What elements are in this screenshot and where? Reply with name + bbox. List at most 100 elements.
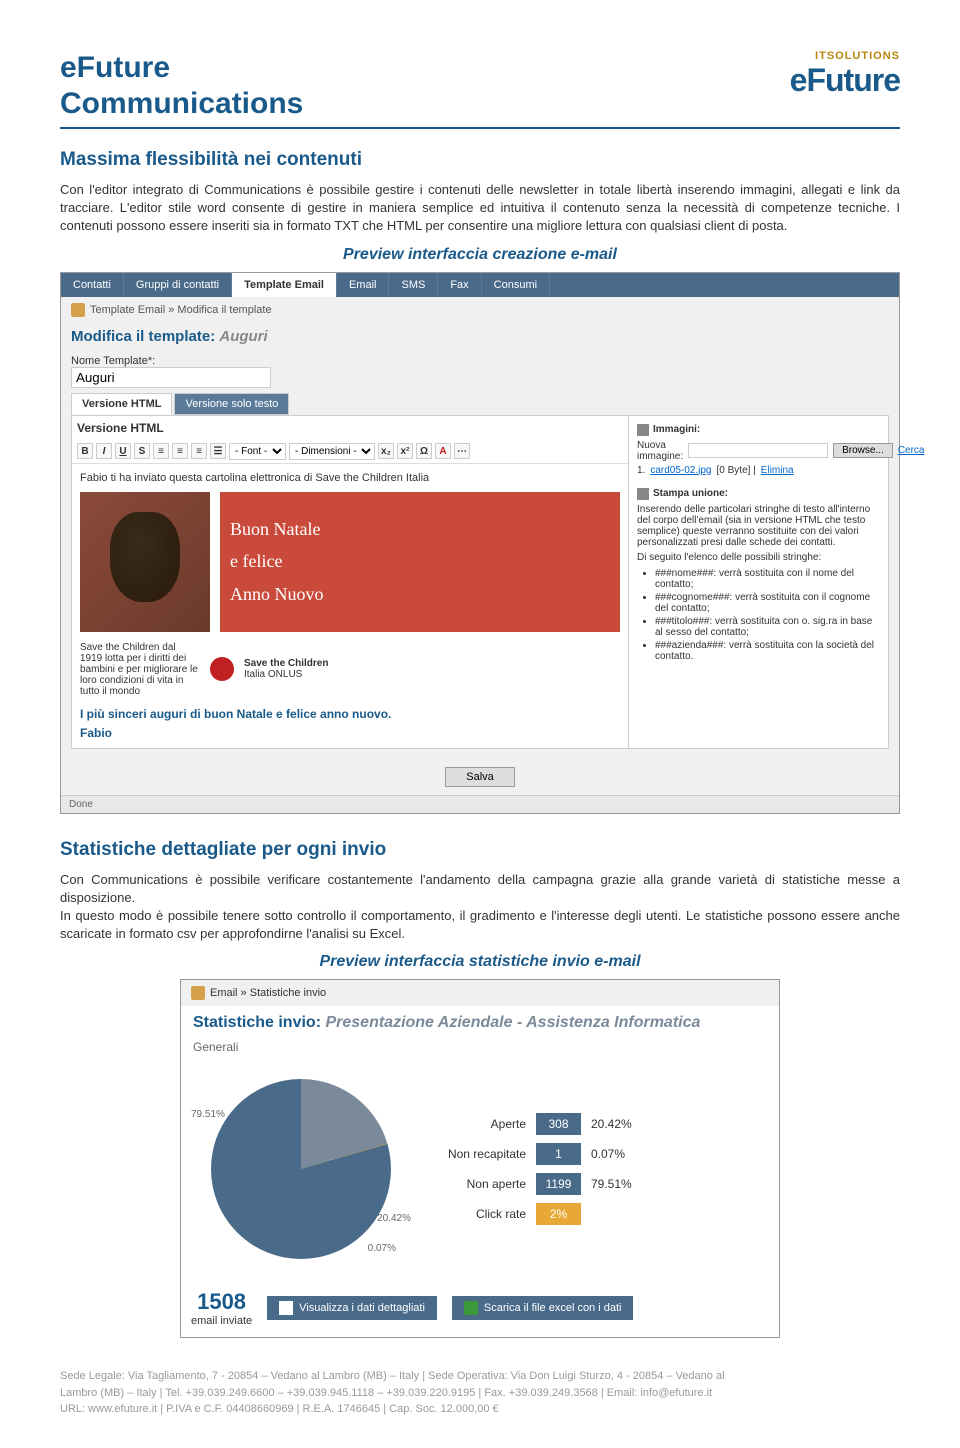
list-button[interactable]: ☰ (210, 443, 226, 459)
images-title: Immagini: (653, 424, 700, 435)
email-editor-preview: Contatti Gruppi di contatti Template Ema… (60, 272, 900, 814)
template-name-input[interactable] (71, 367, 271, 388)
pie-label-1: 79.51% (191, 1109, 225, 1120)
italic-button[interactable]: I (96, 443, 112, 459)
template-title: Modifica il template: Auguri (61, 323, 899, 350)
content-area[interactable]: Fabio ti ha inviato questa cartolina ele… (72, 464, 628, 748)
sub-button[interactable]: x₂ (378, 443, 394, 459)
delete-link[interactable]: Elimina (761, 465, 794, 476)
footer-l2: Lambro (MB) – Italy | Tel. +39.039.249.6… (60, 1385, 900, 1402)
excel-icon (464, 1301, 478, 1315)
pc-line2: e felice (230, 545, 610, 577)
align-right-button[interactable]: ≡ (191, 443, 207, 459)
stat-pct: 79.51% (591, 1177, 632, 1191)
pie-graphic (211, 1079, 391, 1259)
stc-text: Save the Children dal 1919 lotta per i d… (80, 642, 200, 697)
name-row: Nome Template*: (61, 350, 899, 393)
merge-item: ###cognome###: verrà sostituita con il c… (655, 592, 880, 614)
tab-template[interactable]: Template Email (232, 273, 337, 297)
pc-line1: Buon Natale (230, 513, 610, 545)
search-link[interactable]: Cerca (898, 445, 925, 456)
intro-line: Fabio ti ha inviato questa cartolina ele… (80, 472, 620, 484)
title-line1: eFuture (60, 50, 303, 86)
stats-title-name: Presentazione Aziendale - Assistenza Inf… (325, 1014, 700, 1031)
stat-row-aperte: Aperte 308 20.42% (426, 1113, 769, 1135)
image-path-input[interactable] (688, 443, 828, 458)
postcard: Buon Natale e felice Anno Nuovo (80, 492, 620, 632)
btn1-label: Visualizza i dati dettagliati (299, 1302, 425, 1314)
strike-button[interactable]: S (134, 443, 150, 459)
section1-title: Massima flessibilità nei contenuti (60, 149, 900, 171)
align-left-button[interactable]: ≡ (153, 443, 169, 459)
stat-row-nonaperte: Non aperte 1199 79.51% (426, 1173, 769, 1195)
more-button[interactable]: ⋯ (454, 443, 470, 459)
preview2-title: Preview interfaccia statistiche invio e-… (60, 953, 900, 971)
tab-gruppi[interactable]: Gruppi di contatti (124, 273, 232, 297)
stc-sub: Italia ONLUS (244, 669, 302, 680)
stat-row-nonrecapitate: Non recapitate 1 0.07% (426, 1143, 769, 1165)
magnify-icon (279, 1301, 293, 1315)
stat-value: 308 (536, 1113, 581, 1135)
version-label: Versione HTML (72, 416, 628, 440)
template-title-name: Auguri (219, 328, 267, 345)
image-icon (637, 424, 649, 436)
save-row: Salva (61, 759, 899, 795)
stat-row-clickrate: Click rate 2% (426, 1203, 769, 1225)
omega-button[interactable]: Ω (416, 443, 432, 459)
editor-sidebar: Immagini: Nuova immagine: Browse... Cerc… (628, 416, 888, 748)
color-button[interactable]: A (435, 443, 451, 459)
save-button[interactable]: Salva (445, 767, 515, 787)
stat-label: Aperte (426, 1117, 526, 1131)
editor-area: Versione HTML B I U S ≡ ≡ ≡ ☰ - Font - -… (71, 415, 889, 749)
stats-sub: Generali (181, 1040, 779, 1059)
tab-email[interactable]: Email (337, 273, 390, 297)
tab-contatti[interactable]: Contatti (61, 273, 124, 297)
file-size: [0 Byte] | (717, 465, 756, 476)
tab-sms[interactable]: SMS (389, 273, 438, 297)
doc-title: eFuture Communications (60, 50, 303, 122)
new-image-label: Nuova immagine: (637, 440, 683, 462)
subtab-html[interactable]: Versione HTML (71, 393, 172, 415)
merge-section: Stampa unione: Inserendo delle particola… (637, 488, 880, 662)
images-section: Immagini: Nuova immagine: Browse... Cerc… (637, 424, 880, 476)
breadcrumb-text: Template Email » Modifica il template (90, 304, 272, 316)
font-select[interactable]: - Font - (229, 443, 286, 460)
stat-label: Non recapitate (426, 1147, 526, 1161)
logo-text: eFuture (790, 62, 900, 99)
stat-label: Non aperte (426, 1177, 526, 1191)
merge-item: ###nome###: verrà sostituita con il nome… (655, 568, 880, 590)
stats-preview: Email » Statistiche invio Statistiche in… (180, 979, 780, 1338)
stc-logo-icon (210, 657, 234, 681)
stats-table: Aperte 308 20.42% Non recapitate 1 0.07%… (426, 1105, 769, 1233)
align-center-button[interactable]: ≡ (172, 443, 188, 459)
stat-value: 1199 (536, 1173, 581, 1195)
tab-fax[interactable]: Fax (438, 273, 481, 297)
download-excel-button[interactable]: Scarica il file excel con i dati (452, 1296, 634, 1320)
stats-breadcrumb: Email » Statistiche invio (181, 980, 779, 1006)
file-num: 1. (637, 465, 645, 476)
browse-button[interactable]: Browse... (833, 443, 893, 458)
nav-tabs: Contatti Gruppi di contatti Template Ema… (61, 273, 899, 297)
breadcrumb: Template Email » Modifica il template (61, 297, 899, 323)
section2-title: Statistiche dettagliate per ogni invio (60, 839, 900, 861)
stats-title: Statistiche invio: Presentazione Azienda… (181, 1006, 779, 1040)
size-select[interactable]: - Dimensioni - (289, 443, 375, 460)
file-link[interactable]: card05-02.jpg (650, 465, 711, 476)
total-label: email inviate (191, 1315, 252, 1327)
template-icon (71, 303, 85, 317)
sup-button[interactable]: x² (397, 443, 413, 459)
stat-pct: 20.42% (591, 1117, 632, 1131)
merge-item: ###titolo###: verrà sostituita con o. si… (655, 616, 880, 638)
title-line2: Communications (60, 86, 303, 122)
stat-label: Click rate (426, 1207, 526, 1221)
bold-button[interactable]: B (77, 443, 93, 459)
underline-button[interactable]: U (115, 443, 131, 459)
stat-pct: 0.07% (591, 1147, 625, 1161)
tab-consumi[interactable]: Consumi (482, 273, 550, 297)
page-header: eFuture Communications ITSOLUTIONS eFutu… (60, 50, 900, 129)
name-label: Nome Template*: (71, 355, 889, 367)
view-details-button[interactable]: Visualizza i dati dettagliati (267, 1296, 437, 1320)
subtab-text[interactable]: Versione solo testo (174, 393, 289, 415)
stat-value: 1 (536, 1143, 581, 1165)
pie-label-2: 20.42% (377, 1213, 411, 1224)
